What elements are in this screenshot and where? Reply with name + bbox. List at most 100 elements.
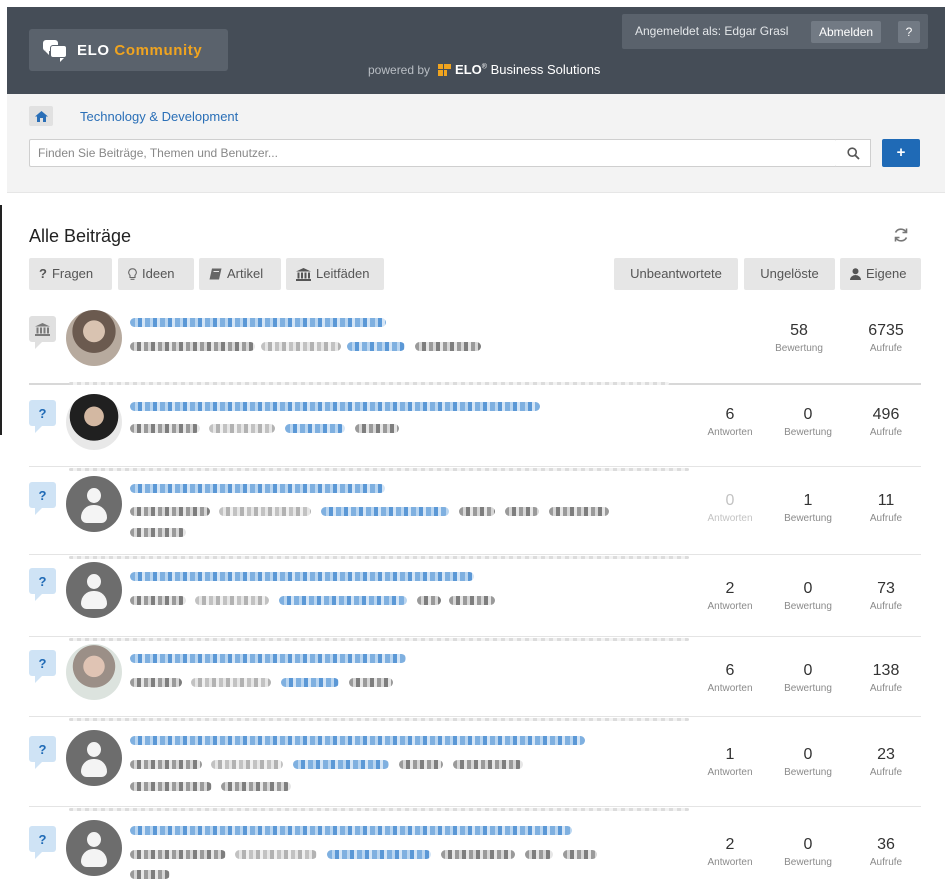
separator-redacted [69,382,669,385]
post-tag-redacted[interactable] [415,342,481,351]
post-tag-redacted[interactable] [505,507,539,516]
post-tag-redacted[interactable] [293,760,389,769]
post-meta-redacted [195,596,269,605]
avatar[interactable] [66,476,122,532]
rating-stat: 0 Bewertung [777,746,839,778]
post-title-redacted[interactable] [130,402,540,411]
post-row[interactable]: 58 Bewertung 6735 Aufrufe [29,300,921,385]
post-tag-redacted[interactable] [221,782,291,791]
post-meta-redacted [130,342,255,351]
post-meta-redacted [130,424,200,433]
filter-unsolved[interactable]: Ungelöste [744,258,835,290]
user-icon [850,268,861,280]
rating-label: Bewertung [784,427,832,438]
avatar[interactable] [66,820,122,876]
post-tag-redacted[interactable] [399,760,443,769]
new-post-button[interactable]: + [882,139,920,167]
views-stat: 36 Aufrufe [855,836,917,868]
views-label: Aufrufe [869,683,903,694]
avatar[interactable] [66,310,122,366]
post-tag-redacted[interactable] [525,850,553,859]
views-value: 138 [872,662,900,679]
filter-articles[interactable]: Artikel [199,258,281,290]
rating-stat: 0 Bewertung [777,406,839,438]
post-tag-redacted[interactable] [453,760,523,769]
post-tag-redacted[interactable] [441,850,515,859]
post-title-redacted[interactable] [130,826,572,835]
search-input[interactable] [29,139,837,167]
post-meta-redacted [209,424,275,433]
post-row[interactable]: ? 2 Antworten 0 Bewertung 73 Aufrufe [29,554,921,637]
rating-value: 0 [803,746,813,763]
post-tag-redacted[interactable] [281,678,339,687]
page-edge [0,0,7,878]
post-row[interactable]: ? 0 Antworten 1 Bewertung 11 Aufrufe [29,466,921,555]
avatar[interactable] [66,730,122,786]
post-meta-redacted [130,850,226,859]
post-tag-redacted[interactable] [563,850,597,859]
post-row[interactable]: ? 6 Antworten 0 Bewertung 138 Aufrufe [29,636,921,717]
filter-questions[interactable]: ? Fragen [29,258,112,290]
post-title-redacted[interactable] [130,484,385,493]
post-row[interactable]: ? 6 Antworten 0 Bewertung 496 Aufrufe [29,382,921,467]
filter-own-label: Eigene [866,266,907,281]
question-type-icon: ? [29,650,56,683]
views-label: Aufrufe [869,857,903,868]
filter-own[interactable]: Eigene [840,258,921,290]
post-tag-redacted[interactable] [349,678,393,687]
user-box: Angemeldet als: Edgar Grasl Abmelden ? [622,14,928,49]
post-tag-redacted[interactable] [279,596,407,605]
post-row[interactable]: ? 2 Antworten 0 Bewertung 36 Aufrufe [29,806,921,879]
powered-by-label: powered by [368,62,431,77]
post-meta-redacted [261,342,341,351]
answers-value: 1 [725,746,735,763]
rating-label: Bewertung [784,857,832,868]
post-tag-redacted[interactable] [355,424,399,433]
post-tag-redacted[interactable] [130,528,186,537]
book-icon [209,268,222,280]
post-meta-redacted [130,678,182,687]
powered-by[interactable]: powered by ELO® Business Solutions [368,62,600,77]
help-button[interactable]: ? [898,21,920,43]
views-stat: 73 Aufrufe [855,580,917,612]
post-tag-redacted[interactable] [549,507,609,516]
search-button[interactable] [836,139,871,167]
post-tag-redacted[interactable] [130,782,212,791]
search-icon [846,146,860,160]
logo-text: ELO Community [77,42,202,59]
home-button[interactable] [29,106,53,126]
avatar[interactable] [66,394,122,450]
rating-stat: 1 Bewertung [777,492,839,524]
post-tag-redacted[interactable] [327,850,431,859]
rating-value: 1 [803,492,813,509]
logout-button[interactable]: Abmelden [811,21,882,43]
post-tag-redacted[interactable] [459,507,495,516]
refresh-button[interactable] [892,226,910,244]
avatar[interactable] [66,644,122,700]
post-tag-redacted[interactable] [347,342,405,351]
filter-guides[interactable]: Leitfäden [286,258,384,290]
brand-name: ELO® Business Solutions [455,62,601,77]
question-icon: ? [39,266,47,281]
question-icon: ? [38,831,47,847]
filter-unanswered[interactable]: Unbeantwortete [614,258,738,290]
post-tag-redacted[interactable] [417,596,441,605]
filter-guides-label: Leitfäden [316,266,370,281]
post-title-redacted[interactable] [130,318,386,327]
avatar[interactable] [66,562,122,618]
post-meta-redacted [235,850,317,859]
elo-community-logo[interactable]: ELO Community [29,29,228,71]
post-title-redacted[interactable] [130,654,406,663]
question-type-icon: ? [29,568,56,601]
breadcrumb-current[interactable]: Technology & Development [80,109,238,124]
post-row[interactable]: ? 1 Antworten 0 Bewertung 23 Aufrufe [29,716,921,807]
post-tag-redacted[interactable] [285,424,345,433]
post-tag-redacted[interactable] [321,507,449,516]
logo-word-community: Community [114,41,203,59]
post-tag-redacted[interactable] [449,596,495,605]
post-title-redacted[interactable] [130,572,474,581]
filter-ideas[interactable]: Ideen [118,258,194,290]
question-type-icon: ? [29,400,56,433]
answers-label: Antworten [707,683,753,694]
post-title-redacted[interactable] [130,736,585,745]
